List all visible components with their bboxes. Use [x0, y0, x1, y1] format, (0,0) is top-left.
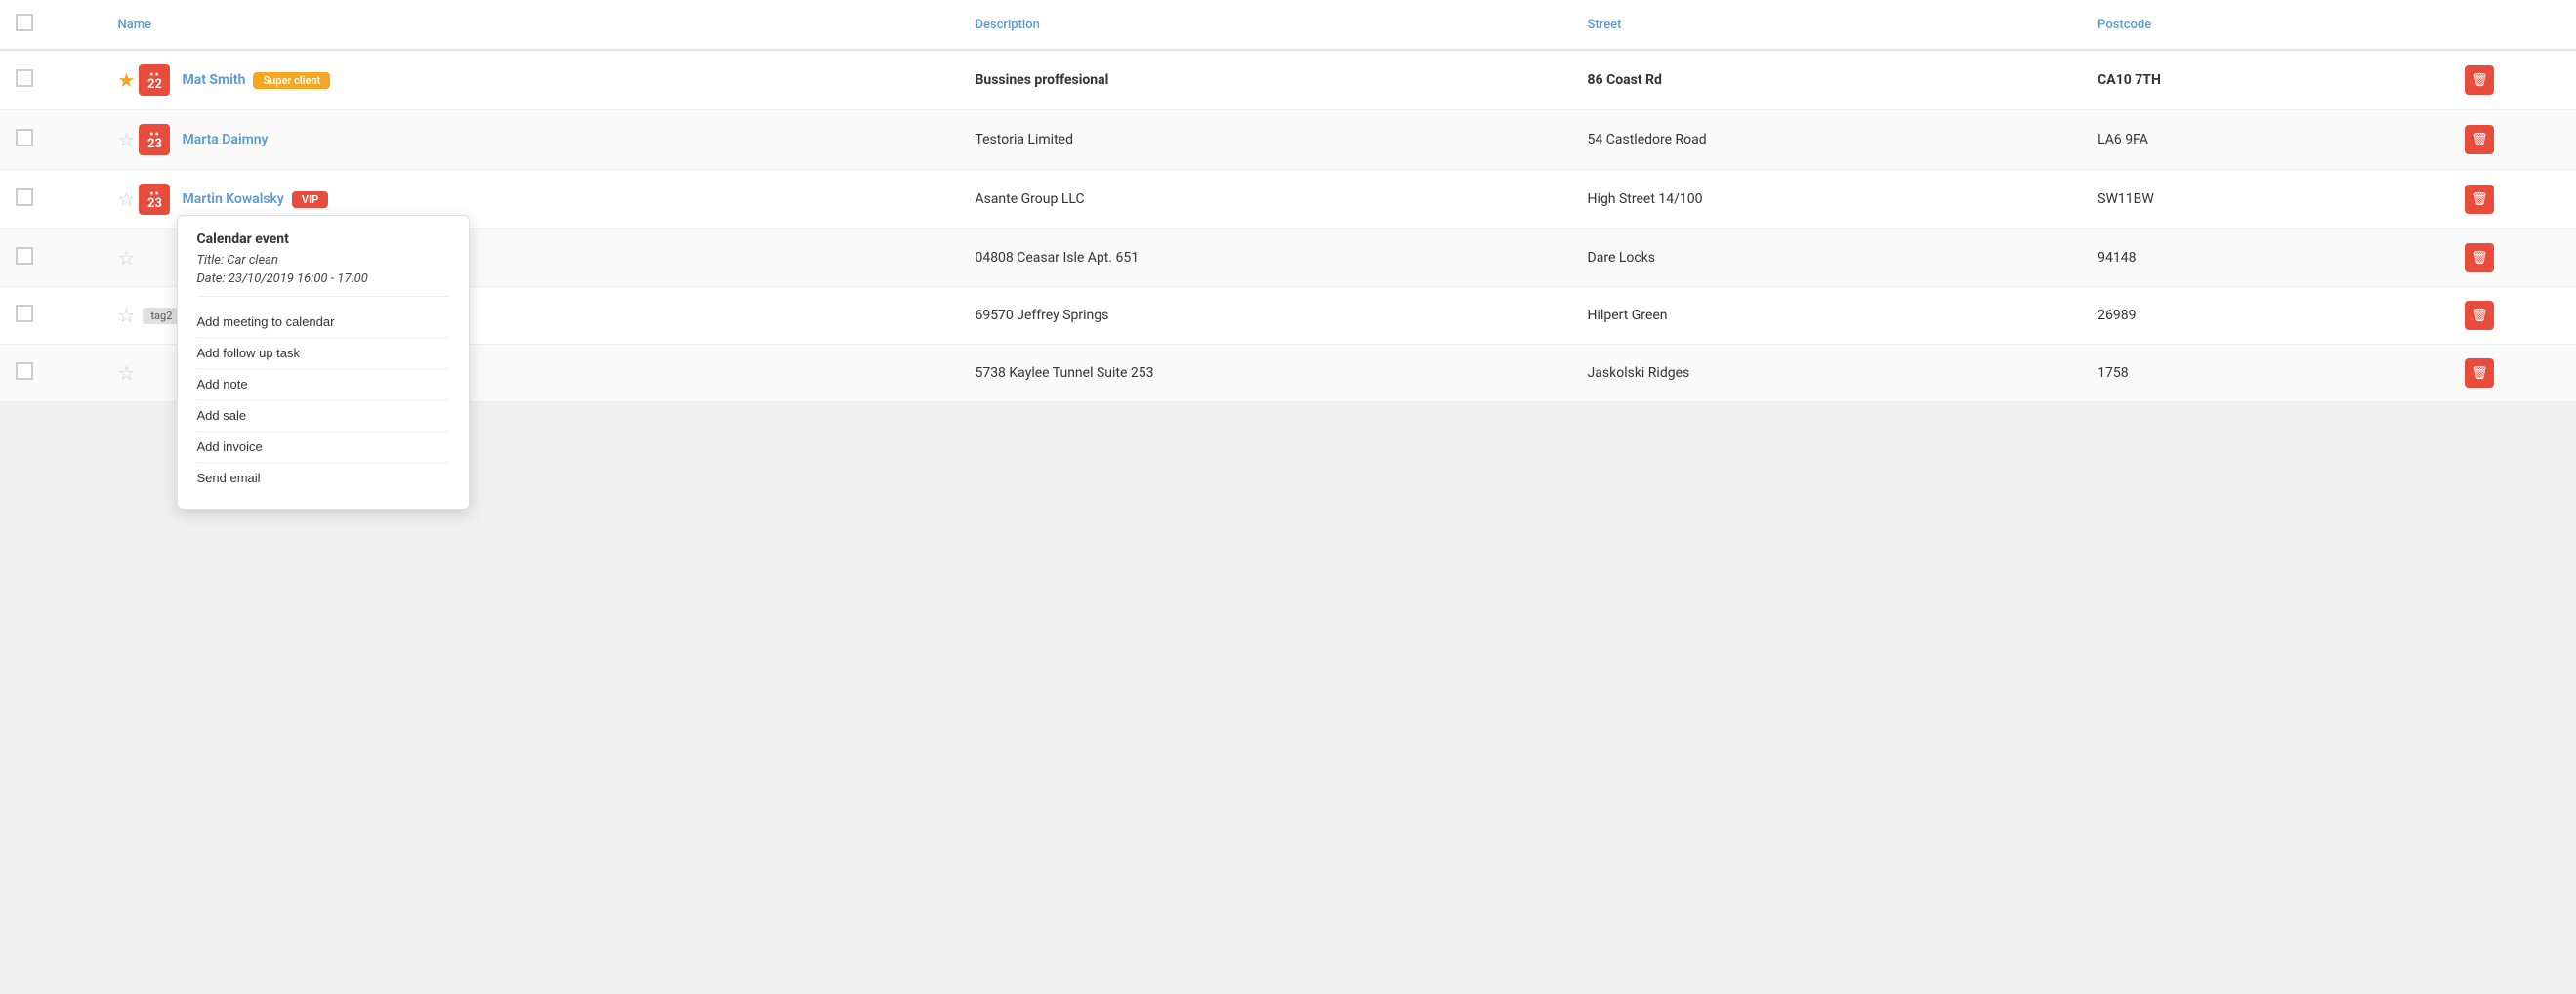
- name-cell: ☆ ●● 23 Martin Kowalsky VIP: [118, 184, 944, 215]
- name-cell: ☆ ●● 23 Marta Daimny: [118, 124, 944, 155]
- postcode-cell: 94148: [2082, 229, 2449, 287]
- delete-button-6[interactable]: 🗑: [2465, 358, 2494, 388]
- description-cell: 5738 Kaylee Tunnel Suite 253: [959, 345, 1571, 402]
- popup-action-2[interactable]: Add note: [197, 368, 449, 399]
- description-cell: 69570 Jeffrey Springs: [959, 287, 1571, 345]
- contact-name-link[interactable]: Mat Smith: [182, 72, 245, 88]
- row-checkbox-3[interactable]: [16, 188, 33, 206]
- contact-badge: VIP: [292, 191, 328, 208]
- contact-name-link[interactable]: Martin Kowalsky: [182, 191, 283, 207]
- popup-event-title: Calendar event: [197, 231, 449, 247]
- delete-button-5[interactable]: 🗑: [2465, 301, 2494, 330]
- select-all-checkbox[interactable]: [16, 14, 33, 31]
- table-row: ★ ●● 22 Mat Smith Super client Bussines pr…: [0, 50, 2576, 110]
- header-postcode: Postcode: [2082, 0, 2449, 50]
- row-checkbox-2[interactable]: [16, 129, 33, 146]
- street-cell: 54 Castledore Road: [1572, 110, 2083, 170]
- name-cell: ★ ●● 22 Mat Smith Super client: [118, 64, 944, 96]
- postcode-cell: CA10 7TH: [2082, 50, 2449, 110]
- calendar-popup: Calendar event Title: Car clean Date: 23…: [177, 215, 470, 510]
- street-cell: 86 Coast Rd: [1572, 50, 2083, 110]
- popup-action-5[interactable]: Send email: [197, 462, 449, 493]
- contacts-table-container: Name Description Street Postcode ★ ●● 22…: [0, 0, 2576, 402]
- popup-title-detail: Title: Car clean: [197, 253, 449, 268]
- street-cell: Hilpert Green: [1572, 287, 2083, 345]
- description-cell: Testoria Limited: [959, 110, 1571, 170]
- calendar-icon[interactable]: ●● 22: [139, 64, 170, 96]
- row-icons: ☆ ●● 23: [118, 124, 179, 155]
- delete-button-3[interactable]: 🗑: [2465, 185, 2494, 214]
- row-checkbox-1[interactable]: [16, 69, 33, 87]
- calendar-icon[interactable]: ●● 23: [139, 124, 170, 155]
- star-icon[interactable]: ☆: [118, 361, 136, 385]
- popup-date-detail: Date: 23/10/2019 16:00 - 17:00: [197, 271, 449, 286]
- postcode-cell: 1758: [2082, 345, 2449, 402]
- calendar-icon[interactable]: ●● 23: [139, 184, 170, 215]
- delete-button-4[interactable]: 🗑: [2465, 243, 2494, 272]
- street-cell: Dare Locks: [1572, 229, 2083, 287]
- street-cell: High Street 14/100: [1572, 170, 2083, 229]
- table-row: ☆ ●● 23 Marta Daimny Testoria Limited54 C…: [0, 110, 2576, 170]
- delete-button-1[interactable]: 🗑: [2465, 65, 2494, 95]
- street-cell: Jaskolski Ridges: [1572, 345, 2083, 402]
- row-icons: ☆: [118, 304, 140, 327]
- star-icon[interactable]: ☆: [118, 246, 136, 269]
- contact-tag: tag2: [143, 308, 180, 324]
- header-name: Name: [103, 0, 960, 50]
- row-checkbox-5[interactable]: [16, 305, 33, 322]
- description-cell: Bussines proffesional: [959, 50, 1571, 110]
- delete-button-2[interactable]: 🗑: [2465, 125, 2494, 154]
- popup-action-4[interactable]: Add invoice: [197, 431, 449, 462]
- row-checkbox-6[interactable]: [16, 362, 33, 380]
- star-icon[interactable]: ☆: [118, 304, 136, 327]
- row-icons: ☆ ●● 23: [118, 184, 179, 215]
- contact-badge: Super client: [253, 72, 330, 89]
- popup-divider: [197, 296, 449, 297]
- contact-name-link[interactable]: Marta Daimny: [182, 132, 268, 147]
- contacts-table: Name Description Street Postcode ★ ●● 22…: [0, 0, 2576, 402]
- postcode-cell: 26989: [2082, 287, 2449, 345]
- header-description: Description: [959, 0, 1571, 50]
- description-cell: Asante Group LLC: [959, 170, 1571, 229]
- header-action: [2449, 0, 2576, 50]
- row-icons: ☆: [118, 246, 140, 269]
- star-icon[interactable]: ★: [118, 68, 136, 92]
- popup-action-3[interactable]: Add sale: [197, 399, 449, 431]
- popup-action-1[interactable]: Add follow up task: [197, 337, 449, 368]
- star-icon[interactable]: ☆: [118, 128, 136, 151]
- star-icon[interactable]: ☆: [118, 187, 136, 211]
- description-cell: 04808 Ceasar Isle Apt. 651: [959, 229, 1571, 287]
- table-row: ☆ ●● 23 Martin KowalskyVIP Calendar even…: [0, 170, 2576, 229]
- postcode-cell: SW11BW: [2082, 170, 2449, 229]
- header-street: Street: [1572, 0, 2083, 50]
- header-check: [0, 0, 103, 50]
- row-icons: ★ ●● 22: [118, 64, 179, 96]
- row-icons: ☆: [118, 361, 140, 385]
- row-checkbox-4[interactable]: [16, 247, 33, 265]
- popup-action-0[interactable]: Add meeting to calendar: [197, 307, 449, 337]
- postcode-cell: LA6 9FA: [2082, 110, 2449, 170]
